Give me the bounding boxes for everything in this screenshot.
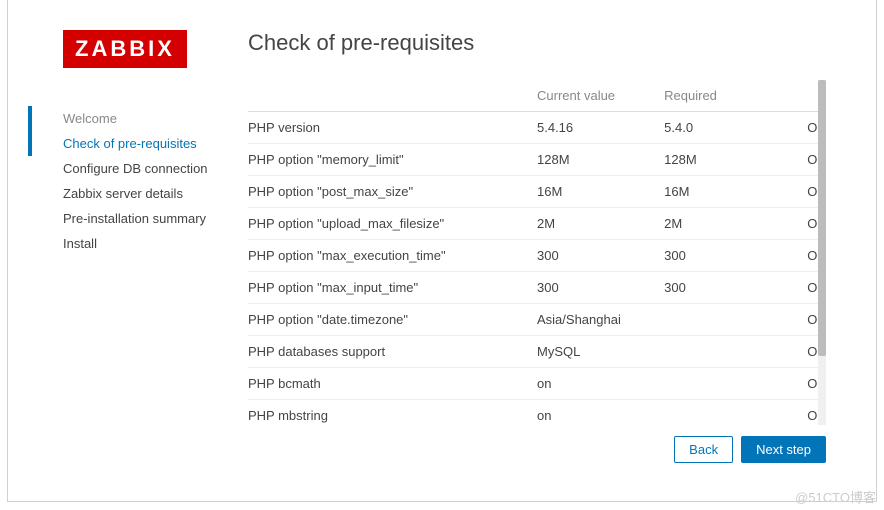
- sidebar-step-4[interactable]: Pre-installation summary: [63, 206, 228, 231]
- step-list: WelcomeCheck of pre-requisitesConfigure …: [63, 106, 228, 256]
- check-current: MySQL: [537, 336, 664, 368]
- check-required: [664, 336, 768, 368]
- check-current: Asia/Shanghai: [537, 304, 664, 336]
- check-name: PHP version: [248, 112, 537, 144]
- check-current: on: [537, 368, 664, 400]
- sidebar-step-5[interactable]: Install: [63, 231, 228, 256]
- check-required: 2M: [664, 208, 768, 240]
- table-row: PHP databases supportMySQLOK: [248, 336, 826, 368]
- table-row: PHP option "max_execution_time"300300OK: [248, 240, 826, 272]
- installer-panel: ZABBIX WelcomeCheck of pre-requisitesCon…: [7, 0, 877, 502]
- requirements-table: Current value Required PHP version5.4.16…: [248, 80, 826, 425]
- check-required: [664, 368, 768, 400]
- page-title: Check of pre-requisites: [248, 30, 826, 56]
- check-current: 2M: [537, 208, 664, 240]
- scrollbar[interactable]: [818, 80, 826, 425]
- next-step-button[interactable]: Next step: [741, 436, 826, 463]
- check-required: 300: [664, 272, 768, 304]
- check-required: [664, 304, 768, 336]
- table-row: PHP option "memory_limit"128M128MOK: [248, 144, 826, 176]
- check-name: PHP option "memory_limit": [248, 144, 537, 176]
- check-required: [664, 400, 768, 426]
- footer-buttons: Back Next step: [674, 436, 826, 463]
- check-name: PHP option "upload_max_filesize": [248, 208, 537, 240]
- check-current: 128M: [537, 144, 664, 176]
- scrollbar-thumb[interactable]: [818, 80, 826, 356]
- check-name: PHP mbstring: [248, 400, 537, 426]
- sidebar-step-2[interactable]: Configure DB connection: [63, 156, 228, 181]
- back-button[interactable]: Back: [674, 436, 733, 463]
- check-name: PHP databases support: [248, 336, 537, 368]
- th-current: Current value: [537, 80, 664, 112]
- check-current: 300: [537, 240, 664, 272]
- check-current: 16M: [537, 176, 664, 208]
- table-row: PHP option "date.timezone"Asia/ShanghaiO…: [248, 304, 826, 336]
- th-name: [248, 80, 537, 112]
- check-required: 5.4.0: [664, 112, 768, 144]
- check-name: PHP option "post_max_size": [248, 176, 537, 208]
- table-row: PHP option "upload_max_filesize"2M2MOK: [248, 208, 826, 240]
- table-row: PHP option "post_max_size"16M16MOK: [248, 176, 826, 208]
- sidebar-step-3[interactable]: Zabbix server details: [63, 181, 228, 206]
- check-name: PHP option "date.timezone": [248, 304, 537, 336]
- sidebar-step-1[interactable]: Check of pre-requisites: [63, 131, 228, 156]
- check-required: 16M: [664, 176, 768, 208]
- check-name: PHP option "max_execution_time": [248, 240, 537, 272]
- check-current: 5.4.16: [537, 112, 664, 144]
- requirements-tbody: PHP version5.4.165.4.0OKPHP option "memo…: [248, 112, 826, 426]
- sidebar: ZABBIX WelcomeCheck of pre-requisitesCon…: [8, 30, 248, 481]
- table-row: PHP mbstringonOK: [248, 400, 826, 426]
- sidebar-step-0[interactable]: Welcome: [63, 106, 228, 131]
- container: ZABBIX WelcomeCheck of pre-requisitesCon…: [8, 0, 876, 501]
- check-current: on: [537, 400, 664, 426]
- table-row: PHP version5.4.165.4.0OK: [248, 112, 826, 144]
- zabbix-logo: ZABBIX: [63, 30, 187, 68]
- requirements-area: Current value Required PHP version5.4.16…: [248, 80, 826, 425]
- th-required: Required: [664, 80, 768, 112]
- check-name: PHP option "max_input_time": [248, 272, 537, 304]
- check-current: 300: [537, 272, 664, 304]
- check-name: PHP bcmath: [248, 368, 537, 400]
- check-required: 300: [664, 240, 768, 272]
- main-content: Check of pre-requisites Current value Re…: [248, 30, 876, 481]
- table-row: PHP option "max_input_time"300300OK: [248, 272, 826, 304]
- check-required: 128M: [664, 144, 768, 176]
- table-row: PHP bcmathonOK: [248, 368, 826, 400]
